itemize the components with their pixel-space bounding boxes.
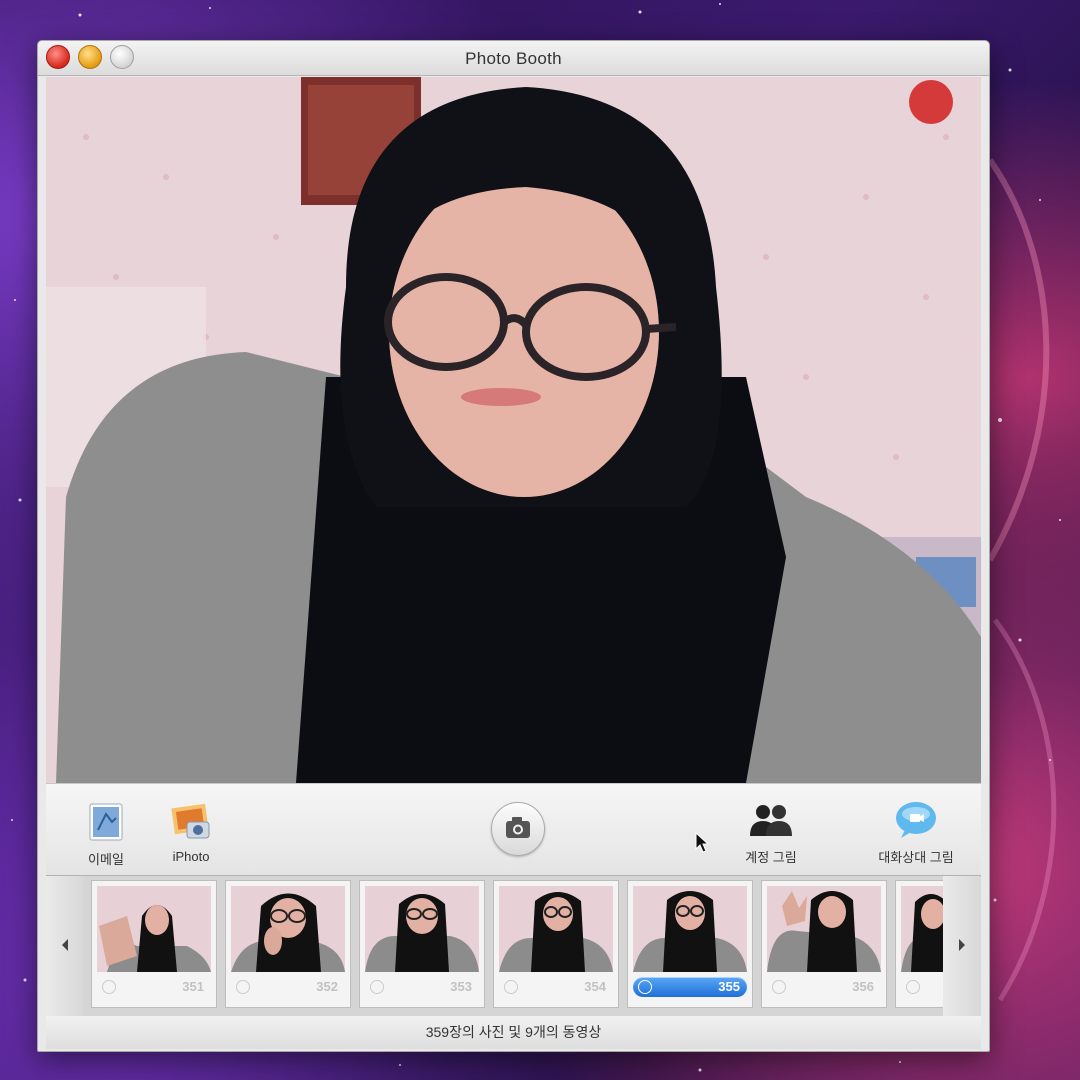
toolbar: 이메일 iPhoto 계정 그림 대화상대 그림 — [46, 783, 981, 876]
thumbnail-352[interactable]: 352 — [225, 880, 351, 1008]
thumbnail-number: 353 — [450, 979, 472, 994]
thumbnail-number: 354 — [584, 979, 606, 994]
arrow-right-icon — [959, 939, 965, 951]
buddy-picture-button[interactable]: 대화상대 그림 — [861, 800, 971, 866]
thumbnail-image — [633, 886, 747, 972]
camera-preview — [46, 77, 981, 783]
photo-strip: 351 352 353 354 355 356 — [46, 875, 981, 1017]
iphoto-button[interactable]: iPhoto — [156, 802, 226, 864]
thumbnail-number: 351 — [182, 979, 204, 994]
thumbnail-number: 355 — [718, 979, 740, 994]
thumbnail-image — [365, 886, 479, 972]
thumbnail-image — [499, 886, 613, 972]
arrow-left-icon — [62, 939, 68, 951]
cursor-icon — [695, 832, 710, 853]
iphoto-icon — [171, 803, 210, 839]
thumbnail-list: 351 352 353 354 355 356 — [91, 880, 943, 1010]
thumbnail-351[interactable]: 351 — [91, 880, 217, 1008]
buddy-picture-label: 대화상대 그림 — [878, 850, 954, 865]
take-photo-button[interactable] — [491, 802, 545, 856]
account-picture-label: 계정 그림 — [745, 850, 797, 865]
scroll-left-button[interactable] — [46, 876, 84, 1016]
iphoto-label: iPhoto — [172, 849, 210, 864]
account-picture-icon — [750, 805, 792, 836]
camera-feed-image — [46, 77, 981, 783]
thumbnail-number: 352 — [316, 979, 338, 994]
email-button[interactable]: 이메일 — [76, 802, 136, 868]
thumbnail-image — [231, 886, 345, 972]
thumbnail-355[interactable]: 355 — [627, 880, 753, 1008]
thumbnail-badge-icon — [102, 980, 116, 994]
thumbnail-badge-icon — [638, 980, 652, 994]
thumbnail-353[interactable]: 353 — [359, 880, 485, 1008]
thumbnail-badge-icon — [236, 980, 250, 994]
thumbnail-356[interactable]: 356 — [761, 880, 887, 1008]
thumbnail-image — [97, 886, 211, 972]
thumbnail-badge-icon — [370, 980, 384, 994]
photo-count-text: 359장의 사진 및 9개의 동영상 — [425, 1024, 602, 1040]
buddy-picture-icon — [896, 802, 936, 838]
scroll-right-button[interactable] — [943, 876, 981, 1016]
thumbnail-number: 356 — [852, 979, 874, 994]
window-title: Photo Booth — [465, 49, 562, 68]
photo-booth-window: Photo Booth 이메일 iPhoto 계정 그림 대화상대 그림 351… — [37, 40, 990, 1052]
email-label: 이메일 — [88, 852, 124, 867]
thumbnail-354[interactable]: 354 — [493, 880, 619, 1008]
account-picture-button[interactable]: 계정 그림 — [731, 802, 811, 866]
status-bar: 359장의 사진 및 9개의 동영상 — [46, 1016, 981, 1049]
thumbnail-image — [767, 886, 881, 972]
thumbnail-badge-icon — [772, 980, 786, 994]
thumbnail-badge-icon — [906, 980, 920, 994]
email-icon — [89, 803, 123, 841]
thumbnail-badge-icon — [504, 980, 518, 994]
thumbnail-image — [901, 886, 943, 972]
camera-icon — [506, 817, 530, 838]
thumbnail-357[interactable] — [895, 880, 943, 1008]
title-bar: Photo Booth — [38, 41, 989, 76]
